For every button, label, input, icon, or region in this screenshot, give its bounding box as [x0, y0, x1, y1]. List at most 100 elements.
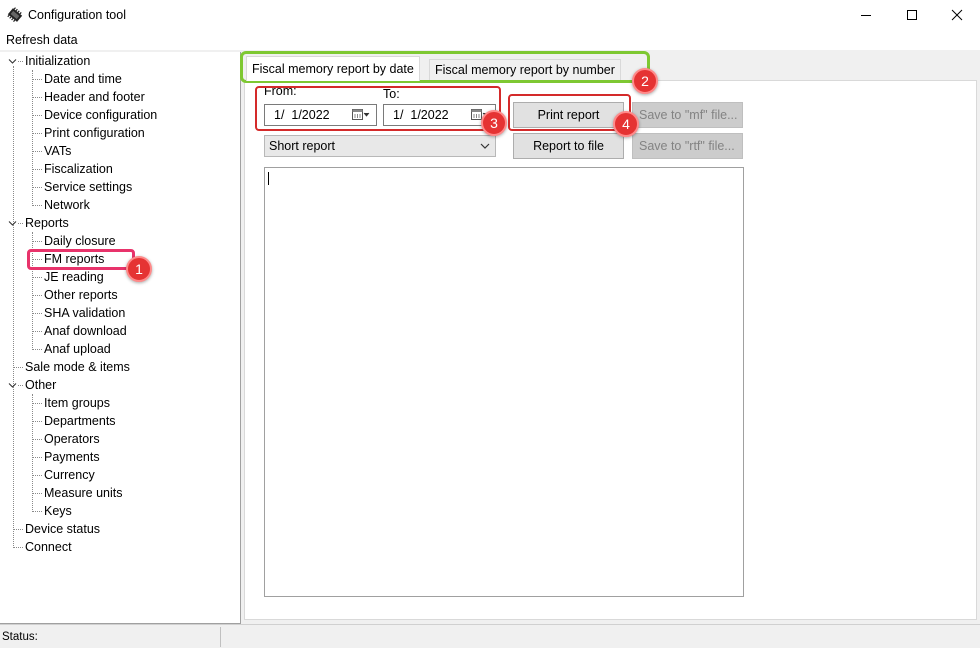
- report-type-value: Short report: [269, 139, 336, 153]
- tree-item-measure-units[interactable]: Measure units: [44, 484, 123, 502]
- status-label: Status:: [2, 631, 38, 643]
- tree-item-header-and-footer[interactable]: Header and footer: [44, 88, 145, 106]
- minimize-button[interactable]: [843, 0, 889, 30]
- tree-connector: [32, 187, 42, 188]
- tree-item-sha-validation[interactable]: SHA validation: [44, 304, 125, 322]
- close-icon: [951, 9, 963, 21]
- tree-connector: [32, 205, 42, 206]
- tree-connector: [32, 277, 42, 278]
- tree-connector: [32, 169, 42, 170]
- calendar-dropdown-icon[interactable]: [352, 109, 370, 122]
- menu-bar: Refresh data: [0, 30, 980, 50]
- to-date-value: 1/ 1/2022: [393, 108, 449, 122]
- tab-fiscal-memory-by-number[interactable]: Fiscal memory report by number: [429, 59, 621, 81]
- save-to-rtf-file-button[interactable]: Save to "rtf" file...: [632, 133, 743, 159]
- chevron-down-icon[interactable]: [8, 219, 17, 228]
- annotation-badge-1: 1: [126, 256, 152, 282]
- tree-item-date-and-time[interactable]: Date and time: [44, 70, 122, 88]
- tree-connector: [32, 79, 42, 80]
- to-date-picker[interactable]: 1/ 1/2022: [383, 104, 496, 126]
- annotation-badge-3: 3: [481, 110, 507, 136]
- tree-item-fiscalization[interactable]: Fiscalization: [44, 160, 113, 178]
- from-date-value: 1/ 1/2022: [274, 108, 330, 122]
- tree-connector: [32, 259, 42, 260]
- close-button[interactable]: [934, 0, 980, 30]
- from-label: From:: [264, 84, 297, 98]
- report-type-select[interactable]: Short report: [264, 135, 496, 157]
- tree-item-item-groups[interactable]: Item groups: [44, 394, 110, 412]
- tree-item-currency[interactable]: Currency: [44, 466, 95, 484]
- tree-connector: [32, 133, 42, 134]
- tree-connector: [32, 421, 42, 422]
- maximize-button[interactable]: [889, 0, 935, 30]
- status-divider: [220, 627, 221, 647]
- tree-item-reports[interactable]: Reports: [25, 214, 69, 232]
- tree-connector: [13, 529, 23, 530]
- refresh-data-menu[interactable]: Refresh data: [6, 33, 78, 47]
- tree-connector: [32, 295, 42, 296]
- window-title: Configuration tool: [28, 8, 126, 22]
- tree-item-departments[interactable]: Departments: [44, 412, 116, 430]
- tree-connector: [32, 403, 42, 404]
- tree-connector: [13, 367, 23, 368]
- tree-connector: [32, 475, 42, 476]
- report-to-file-button[interactable]: Report to file: [513, 133, 624, 159]
- tree-item-other[interactable]: Other: [25, 376, 56, 394]
- chevron-down-icon[interactable]: [8, 57, 17, 66]
- tree-item-payments[interactable]: Payments: [44, 448, 100, 466]
- tree-item-other-reports[interactable]: Other reports: [44, 286, 118, 304]
- title-bar: Configuration tool: [0, 0, 980, 30]
- save-to-mf-file-button[interactable]: Save to "mf" file...: [632, 102, 743, 128]
- tree-item-print-configuration[interactable]: Print configuration: [44, 124, 145, 142]
- tree-init-line: [32, 70, 33, 206]
- tree-item-sale-mode-items[interactable]: Sale mode & items: [25, 358, 130, 376]
- status-bar: Status:: [0, 624, 980, 648]
- report-output-textarea[interactable]: [264, 167, 744, 597]
- tree-connector: [32, 457, 42, 458]
- tree-root-line: [13, 66, 14, 548]
- tree-item-service-settings[interactable]: Service settings: [44, 178, 132, 196]
- tree-connector: [32, 241, 42, 242]
- tab-fiscal-memory-by-date[interactable]: Fiscal memory report by date: [246, 56, 420, 81]
- annotation-badge-2: 2: [632, 68, 658, 94]
- chevron-down-icon[interactable]: [8, 381, 17, 390]
- tree-connector: [32, 439, 42, 440]
- tree-connector: [18, 223, 23, 224]
- to-label: To:: [383, 87, 400, 101]
- tree-connector: [32, 115, 42, 116]
- tree-connector: [18, 385, 23, 386]
- chevron-down-icon: [480, 143, 490, 149]
- print-report-button[interactable]: Print report: [513, 102, 624, 128]
- tree-item-anaf-upload[interactable]: Anaf upload: [44, 340, 111, 358]
- tree-connector: [32, 97, 42, 98]
- tree-connector: [32, 331, 42, 332]
- minimize-icon: [861, 15, 871, 16]
- tree-connector: [32, 313, 42, 314]
- from-date-picker[interactable]: 1/ 1/2022: [264, 104, 377, 126]
- tree-connector: [13, 547, 23, 548]
- tree-item-device-status[interactable]: Device status: [25, 520, 100, 538]
- annotation-badge-4: 4: [613, 111, 639, 137]
- tree-item-initialization[interactable]: Initialization: [25, 52, 90, 70]
- chip-app-icon: [7, 7, 23, 22]
- tree-item-keys[interactable]: Keys: [44, 502, 72, 520]
- tree-reports-line: [32, 232, 33, 350]
- tree-other-line: [32, 394, 33, 512]
- tree-item-je-reading[interactable]: JE reading: [44, 268, 104, 286]
- tree-item-device-configuration[interactable]: Device configuration: [44, 106, 157, 124]
- navigation-tree: Initialization Date and time Header and …: [0, 52, 241, 624]
- tree-item-vats[interactable]: VATs: [44, 142, 71, 160]
- tree-item-connect[interactable]: Connect: [25, 538, 72, 556]
- tree-item-daily-closure[interactable]: Daily closure: [44, 232, 116, 250]
- tree-connector: [32, 511, 42, 512]
- tree-item-anaf-download[interactable]: Anaf download: [44, 322, 127, 340]
- tree-connector: [32, 493, 42, 494]
- tree-connector: [32, 151, 42, 152]
- tree-item-fm-reports[interactable]: FM reports: [44, 250, 104, 268]
- text-caret: [268, 172, 269, 185]
- tree-item-network[interactable]: Network: [44, 196, 90, 214]
- tree-connector: [32, 349, 42, 350]
- maximize-icon: [907, 10, 917, 20]
- tree-connector: [18, 61, 23, 62]
- tree-item-operators[interactable]: Operators: [44, 430, 100, 448]
